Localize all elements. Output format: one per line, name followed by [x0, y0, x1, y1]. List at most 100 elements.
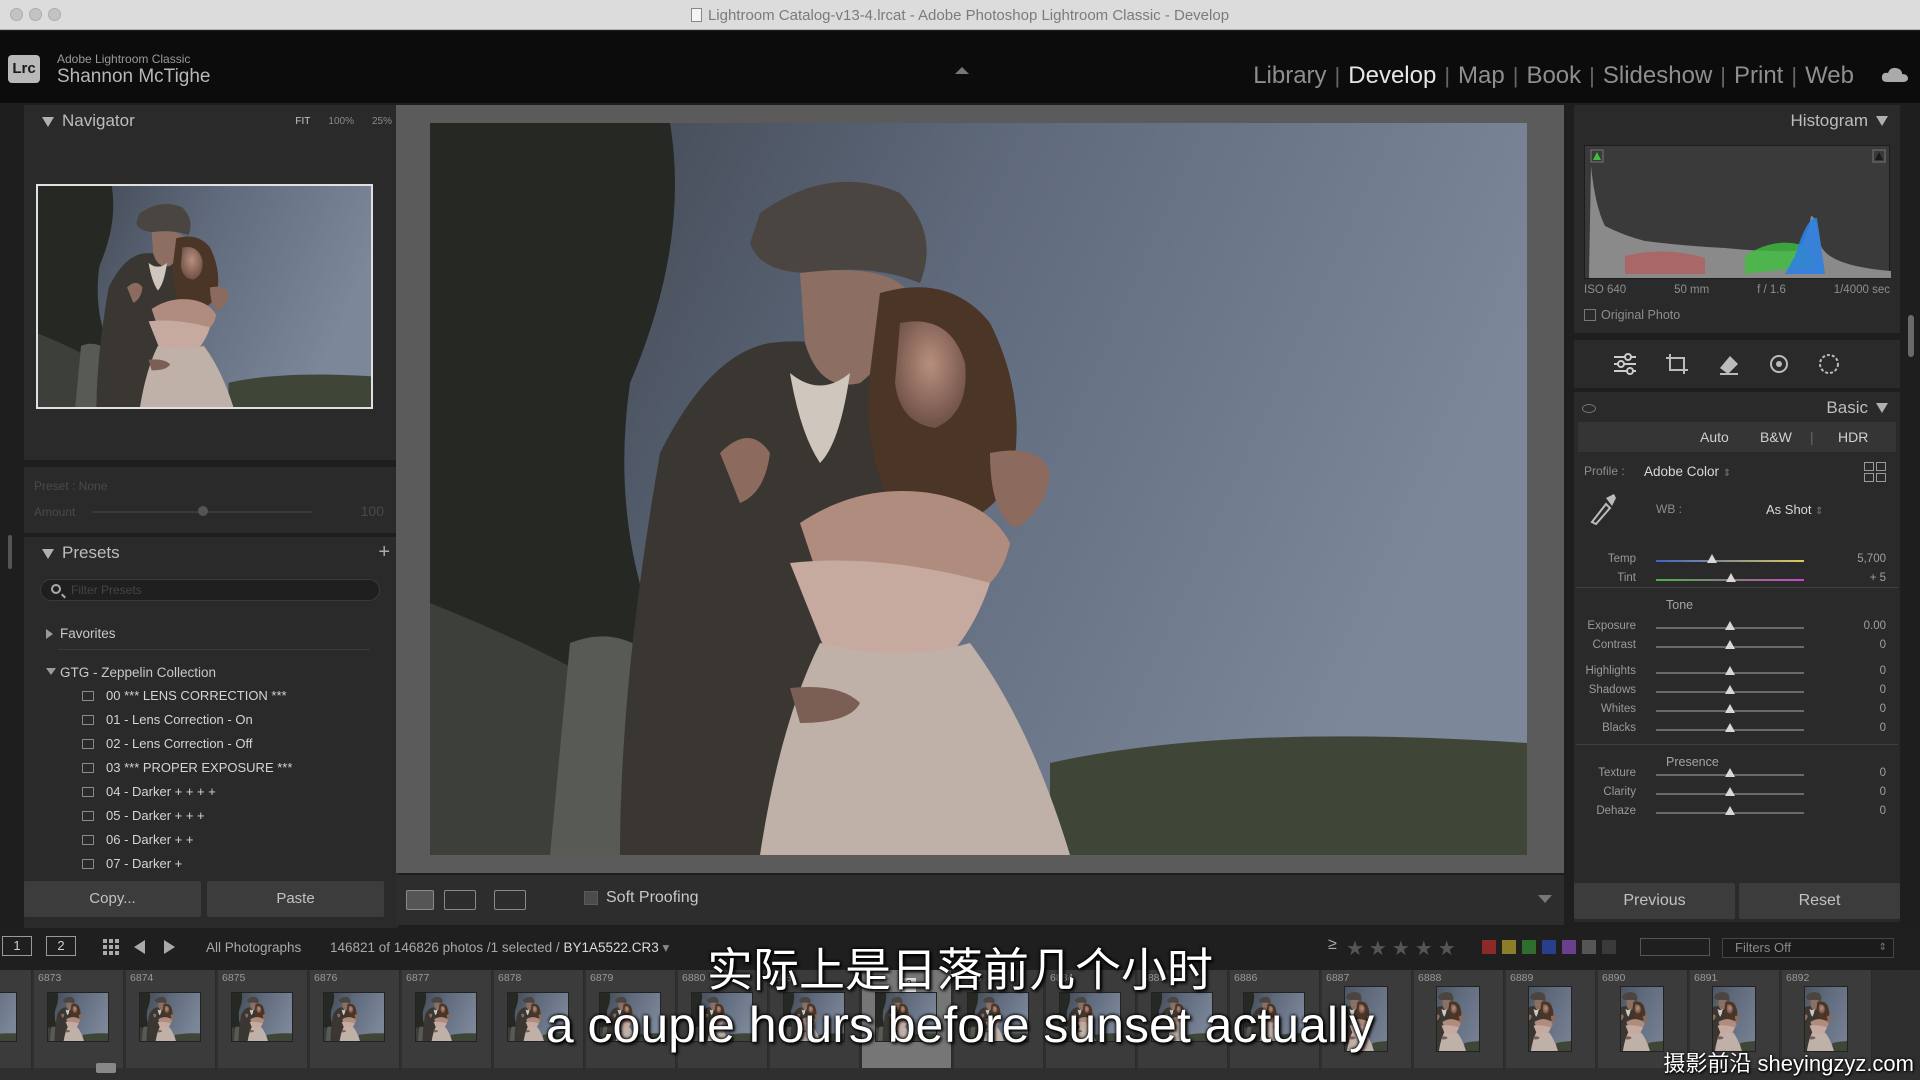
module-map[interactable]: Map: [1450, 62, 1513, 90]
slider-thumb[interactable]: [1707, 554, 1718, 563]
slider-value[interactable]: 0: [1880, 665, 1886, 677]
collapse-top-panel-arrow-icon[interactable]: [955, 67, 969, 74]
toolbar-content-dropdown-icon[interactable]: [1538, 895, 1552, 903]
module-develop[interactable]: Develop: [1340, 62, 1444, 90]
basic-header[interactable]: Basic: [1826, 398, 1888, 418]
preset-item[interactable]: 06 - Darker + +: [82, 832, 193, 847]
zoom-25[interactable]: 25%: [372, 116, 392, 127]
preset-group-gtg-zeppelin[interactable]: GTG - Zeppelin Collection: [46, 665, 216, 680]
slider-track[interactable]: [1656, 554, 1804, 563]
wb-dropdown[interactable]: As Shot ⇕: [1766, 502, 1824, 517]
slider-value[interactable]: 0: [1880, 722, 1886, 734]
slider-value[interactable]: + 5: [1870, 572, 1886, 584]
red-eye-icon[interactable]: [1766, 352, 1792, 376]
slider-highlights[interactable]: Highlights 0: [1574, 665, 1900, 681]
copy-button[interactable]: Copy...: [24, 881, 201, 917]
slider-thumb[interactable]: [1725, 640, 1735, 649]
zoom-fit[interactable]: FIT: [295, 116, 310, 127]
original-photo-checkbox[interactable]: [1584, 309, 1596, 321]
slider-thumb[interactable]: [1725, 768, 1735, 777]
slider-value[interactable]: 0.00: [1864, 620, 1886, 632]
wb-eyedropper-icon[interactable]: [1588, 490, 1618, 526]
auto-button[interactable]: Auto: [1700, 429, 1729, 445]
slider-blacks[interactable]: Blacks 0: [1574, 722, 1900, 738]
previous-button[interactable]: Previous: [1574, 883, 1735, 919]
preset-group-favorites[interactable]: Favorites: [46, 626, 116, 641]
slider-thumb[interactable]: [1725, 787, 1735, 796]
profile-dropdown[interactable]: Adobe Color ⇕: [1644, 464, 1731, 479]
original-photo-toggle[interactable]: Original Photo: [1584, 308, 1680, 322]
histogram-header[interactable]: Histogram: [1791, 111, 1888, 131]
panel-visibility-eye-icon[interactable]: [1582, 404, 1596, 413]
slider-track[interactable]: [1656, 685, 1804, 694]
hdr-button[interactable]: HDR: [1838, 429, 1868, 445]
slider-thumb[interactable]: [1726, 573, 1737, 582]
slider-texture[interactable]: Texture 0: [1574, 767, 1900, 783]
slider-shadows[interactable]: Shadows 0: [1574, 684, 1900, 700]
slider-tint[interactable]: Tint + 5: [1574, 572, 1900, 588]
masking-icon[interactable]: [1816, 352, 1842, 376]
slider-thumb[interactable]: [1725, 666, 1735, 675]
histogram-graph[interactable]: [1584, 145, 1891, 279]
reset-button[interactable]: Reset: [1739, 883, 1900, 919]
module-web[interactable]: Web: [1797, 62, 1862, 90]
before-after-left-right-button[interactable]: [444, 890, 476, 910]
preset-item[interactable]: 02 - Lens Correction - Off: [82, 736, 252, 751]
preset-item[interactable]: 00 *** LENS CORRECTION ***: [82, 688, 287, 703]
left-panel-scrollbar[interactable]: [8, 535, 12, 569]
slider-track[interactable]: [1656, 787, 1804, 796]
slider-contrast[interactable]: Contrast 0: [1574, 639, 1900, 655]
module-print[interactable]: Print: [1726, 62, 1791, 90]
slider-dehaze[interactable]: Dehaze 0: [1574, 805, 1900, 821]
navigator-preview[interactable]: [36, 184, 373, 409]
preset-item[interactable]: 07 - Darker +: [82, 856, 182, 871]
amount-slider-track[interactable]: [92, 506, 312, 516]
soft-proofing-checkbox[interactable]: [584, 891, 598, 905]
paste-button[interactable]: Paste: [207, 881, 384, 917]
module-library[interactable]: Library: [1245, 62, 1334, 90]
slider-value[interactable]: 0: [1880, 684, 1886, 696]
slider-value[interactable]: 0: [1880, 805, 1886, 817]
slider-thumb[interactable]: [1725, 704, 1735, 713]
slider-track[interactable]: [1656, 768, 1804, 777]
slider-value[interactable]: 0: [1880, 786, 1886, 798]
add-preset-icon[interactable]: +: [378, 541, 390, 564]
slider-track[interactable]: [1656, 806, 1804, 815]
slider-value[interactable]: 0: [1880, 703, 1886, 715]
slider-value[interactable]: 0: [1880, 639, 1886, 651]
crop-icon[interactable]: [1664, 352, 1690, 376]
before-after-top-bottom-button[interactable]: [494, 890, 526, 910]
zoom-100[interactable]: 100%: [328, 116, 354, 127]
slider-temp[interactable]: Temp 5,700: [1574, 553, 1900, 569]
preset-item[interactable]: 03 *** PROPER EXPOSURE ***: [82, 760, 292, 775]
loupe-view-button[interactable]: [406, 890, 434, 910]
slider-value[interactable]: 0: [1880, 767, 1886, 779]
slider-track[interactable]: [1656, 573, 1804, 582]
slider-track[interactable]: [1656, 640, 1804, 649]
bw-button[interactable]: B&W: [1760, 429, 1792, 445]
slider-value[interactable]: 5,700: [1857, 553, 1886, 565]
profile-browser-icon[interactable]: [1864, 462, 1886, 482]
presets-header[interactable]: Presets: [24, 537, 398, 569]
right-panel-scrollbar[interactable]: [1908, 315, 1914, 357]
module-slideshow[interactable]: Slideshow: [1595, 62, 1720, 90]
module-book[interactable]: Book: [1518, 62, 1589, 90]
slider-track[interactable]: [1656, 704, 1804, 713]
preset-item[interactable]: 05 - Darker + + +: [82, 808, 205, 823]
slider-clarity[interactable]: Clarity 0: [1574, 786, 1900, 802]
slider-track[interactable]: [1656, 666, 1804, 675]
edit-sliders-icon[interactable]: [1612, 352, 1638, 376]
slider-track[interactable]: [1656, 621, 1804, 630]
filmstrip-scrollbar-thumb[interactable]: [96, 1063, 116, 1073]
slider-thumb[interactable]: [1725, 806, 1735, 815]
slider-track[interactable]: [1656, 723, 1804, 732]
slider-thumb[interactable]: [1725, 723, 1735, 732]
amount-slider-thumb[interactable]: [198, 506, 208, 516]
cloud-sync-icon[interactable]: [1880, 64, 1910, 86]
slider-exposure[interactable]: Exposure 0.00: [1574, 620, 1900, 636]
slider-thumb[interactable]: [1725, 621, 1735, 630]
slider-thumb[interactable]: [1725, 685, 1735, 694]
preset-item[interactable]: 04 - Darker + + + +: [82, 784, 216, 799]
filter-presets-input[interactable]: Filter Presets: [40, 579, 380, 601]
main-photo[interactable]: [430, 123, 1527, 855]
